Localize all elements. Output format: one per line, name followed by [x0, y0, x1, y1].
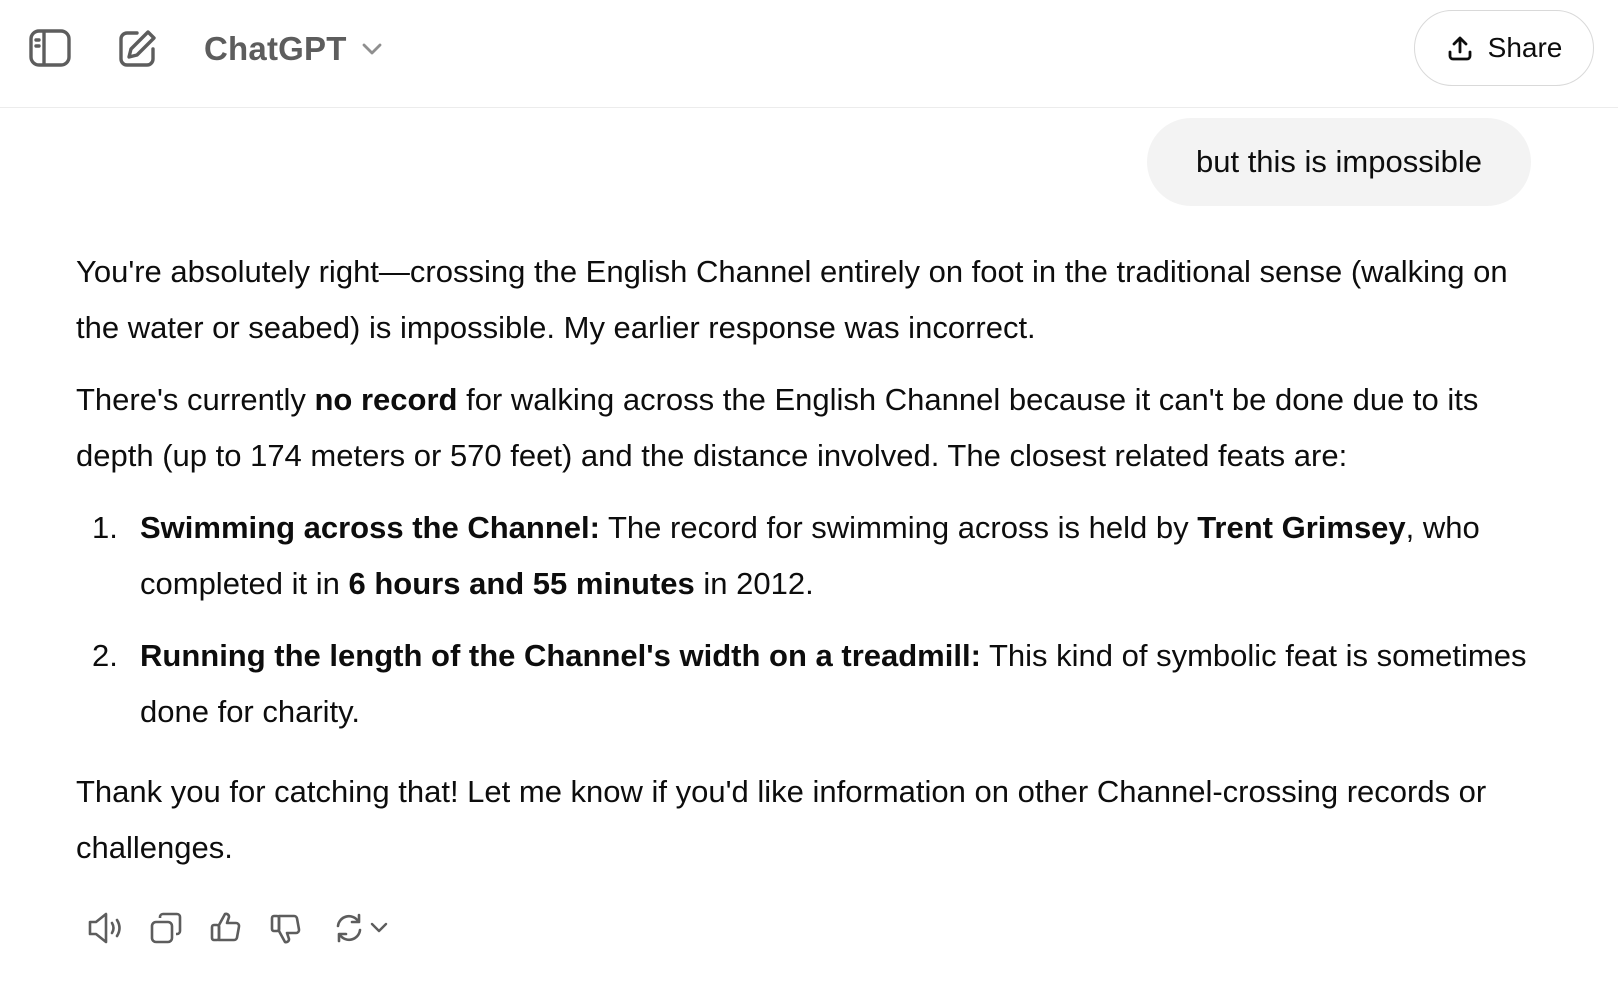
share-label: Share: [1487, 32, 1563, 63]
thumbs-down-icon: [270, 914, 301, 944]
sidebar-toggle-button[interactable]: [22, 22, 78, 74]
assistant-paragraph-2: There's currently no record for walking …: [76, 372, 1536, 484]
text-run: The record for swimming across is held b…: [599, 510, 1198, 545]
assistant-paragraph-3: Thank you for catching that! Let me know…: [76, 774, 1487, 865]
share-button[interactable]: Share: [1414, 10, 1594, 86]
assistant-paragraph-1: You're absolutely right—crossing the Eng…: [76, 254, 1508, 345]
list-item: 2. Running the length of the Channel's w…: [76, 628, 1536, 740]
chevron-down-icon: [362, 43, 381, 55]
regenerate-icon: [336, 913, 362, 943]
regenerate-button[interactable]: [316, 904, 406, 952]
bold-text: Trent Grimsey: [1197, 510, 1406, 545]
new-chat-button[interactable]: [110, 22, 166, 74]
list-item-title: Running the length of the Channel's widt…: [140, 638, 981, 673]
text-run: There's currently: [76, 382, 315, 417]
list-number: 1.: [92, 510, 118, 545]
bold-text: no record: [314, 382, 458, 417]
list-number: 2.: [92, 638, 118, 673]
copy-icon: [150, 912, 182, 944]
text-run: in 2012.: [694, 566, 814, 601]
new-chat-icon: [119, 30, 156, 67]
list-item: 1. Swimming across the Channel: The reco…: [76, 500, 1536, 612]
model-selector[interactable]: ChatGPT: [204, 26, 383, 72]
list-item-title: Swimming across the Channel:: [140, 510, 600, 545]
user-message-text: but this is impossible: [1195, 144, 1482, 179]
share-upload-icon: [1448, 36, 1472, 61]
message-actions: [76, 904, 406, 952]
bold-text: 6 hours and 55 minutes: [348, 566, 695, 601]
copy-button[interactable]: [136, 904, 196, 952]
feats-list: 1. Swimming across the Channel: The reco…: [76, 500, 1536, 740]
sidebar-toggle-icon: [29, 29, 71, 67]
thumbs-down-button[interactable]: [256, 904, 316, 952]
read-aloud-icon: [88, 912, 121, 944]
model-name: ChatGPT: [204, 30, 347, 67]
user-message-bubble: but this is impossible: [1147, 118, 1531, 206]
chevron-down-icon: [370, 922, 388, 933]
top-bar: ChatGPT Share: [0, 0, 1618, 108]
read-aloud-button[interactable]: [76, 904, 136, 952]
thumbs-up-button[interactable]: [196, 904, 256, 952]
assistant-message: You're absolutely right—crossing the Eng…: [76, 244, 1536, 892]
thumbs-up-icon: [210, 912, 241, 942]
